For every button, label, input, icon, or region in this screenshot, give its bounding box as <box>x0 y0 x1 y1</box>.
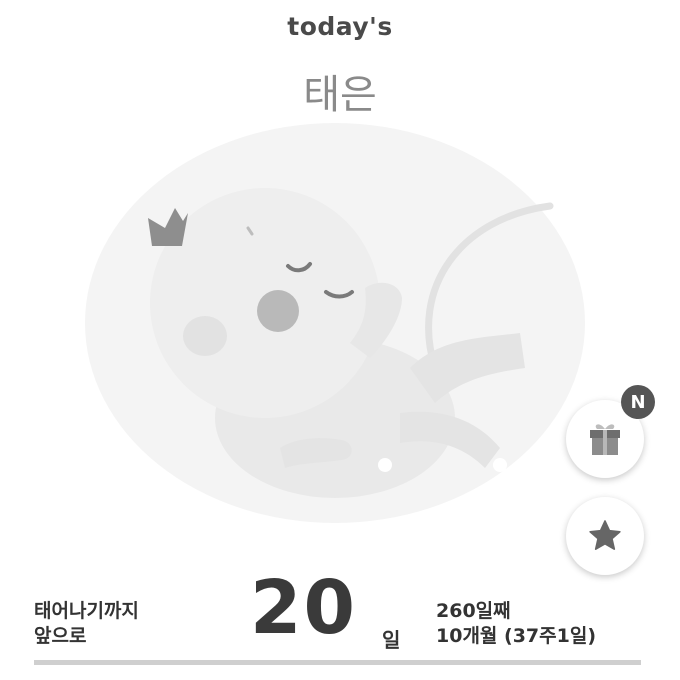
fetus-ear <box>183 316 227 356</box>
countdown-label: 태어나기까지 앞으로 <box>34 599 139 649</box>
fetus-cheek <box>257 290 299 332</box>
belly-dot <box>493 458 507 472</box>
pregnancy-progress: 260일째 10개월 (37주1일) <box>436 599 596 649</box>
month-week: 10개월 (37주1일) <box>436 625 597 647</box>
bottom-divider <box>34 660 641 665</box>
today-screen: today's 태은 N 태어나기까지 앞으로 20 일 260일째 10개월 … <box>0 0 680 680</box>
new-badge: N <box>621 385 655 419</box>
gift-icon <box>590 424 620 455</box>
star-icon <box>589 520 621 550</box>
fetus-illustration <box>85 123 585 523</box>
day-count: 260일째 <box>436 600 511 622</box>
days-remaining: 20 <box>250 565 357 651</box>
belly-dot <box>378 458 392 472</box>
days-unit: 일 <box>382 628 401 652</box>
header-title: today's <box>287 12 393 41</box>
baby-name: 태은 <box>303 72 377 118</box>
countdown-label-line2: 앞으로 <box>34 625 87 647</box>
countdown-label-line1: 태어나기까지 <box>34 600 139 622</box>
favorite-button[interactable] <box>566 497 644 575</box>
